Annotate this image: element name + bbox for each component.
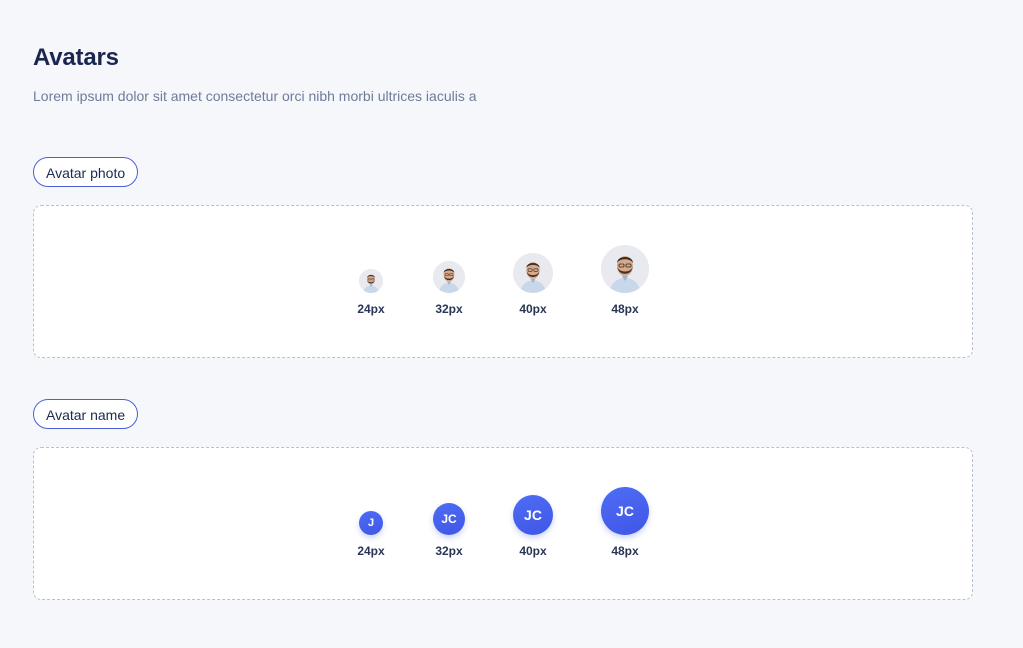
section-tag-avatar-name: Avatar name	[33, 399, 139, 429]
avatar-size-label: 48px	[611, 544, 639, 558]
avatar-size-label: 32px	[435, 544, 463, 558]
page-title: Avatars	[33, 44, 119, 71]
avatar-photo-panel: 24px 32px 40px 48px	[33, 205, 973, 358]
person-photo-icon	[359, 269, 383, 293]
avatar-size-label: 40px	[519, 302, 547, 316]
avatar-name-panel: J 24px JC 32px JC 40px JC 48px	[33, 447, 973, 600]
avatar-initials: JC	[601, 487, 649, 535]
avatar-size-label: 24px	[357, 302, 385, 316]
avatar-size-label: 48px	[611, 302, 639, 316]
avatar-size-label: 24px	[357, 544, 385, 558]
avatar-photo-image	[601, 245, 649, 293]
avatar-size-label: 40px	[519, 544, 547, 558]
avatar-photo-image	[433, 261, 465, 293]
person-photo-icon	[601, 245, 649, 293]
page-subtitle: Lorem ipsum dolor sit amet consectetur o…	[33, 88, 477, 104]
section-tag-avatar-photo: Avatar photo	[33, 157, 139, 187]
avatar-photo-image	[513, 253, 553, 293]
avatar-initials: JC	[433, 503, 465, 535]
avatar-initials: JC	[513, 495, 553, 535]
avatar-photo-image	[359, 269, 383, 293]
person-photo-icon	[433, 261, 465, 293]
avatar-initials: J	[359, 511, 383, 535]
person-photo-icon	[513, 253, 553, 293]
avatar-size-label: 32px	[435, 302, 463, 316]
